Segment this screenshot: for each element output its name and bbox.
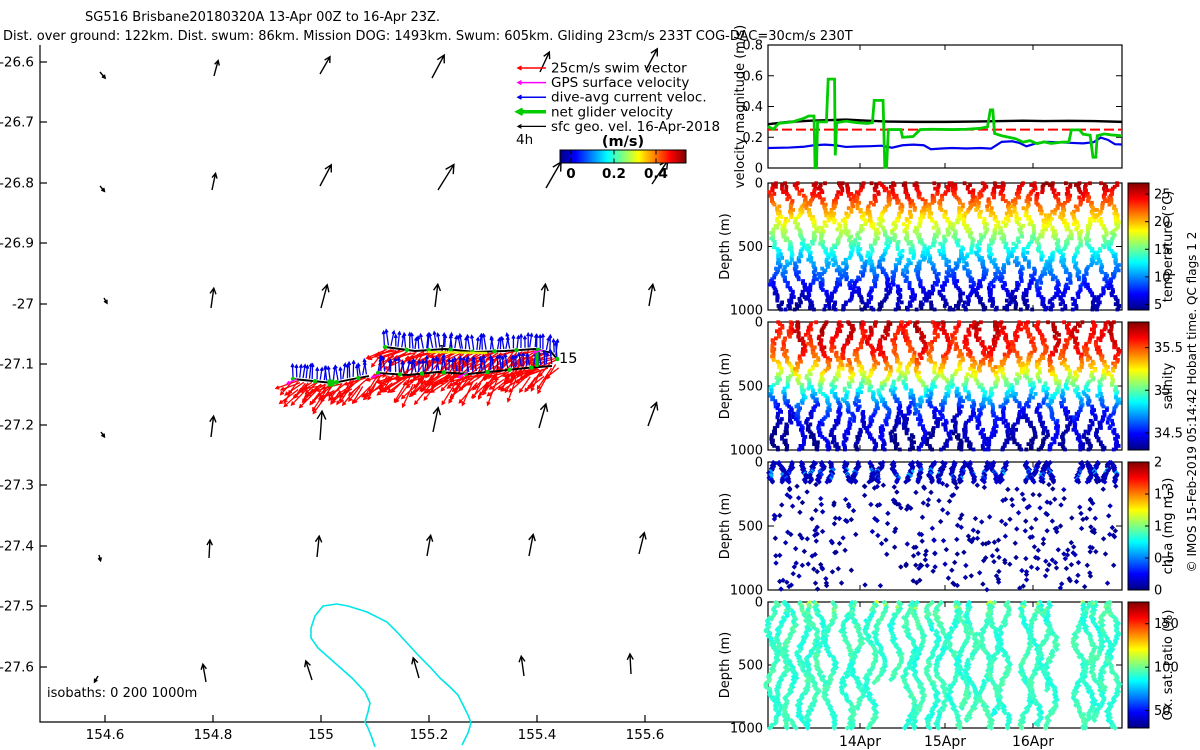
svg-text:-26.9: -26.9	[0, 236, 34, 252]
panel-chla-data	[766, 460, 1120, 592]
svg-text:-27.3: -27.3	[0, 478, 34, 494]
svg-text:0: 0	[755, 596, 763, 611]
svg-text:155: 155	[308, 727, 334, 743]
svg-text:Ox. sat. ratio (%): Ox. sat. ratio (%)	[1161, 610, 1176, 721]
figure: SG516 Brisbane20180320A 13-Apr 00Z to 16…	[0, 0, 1200, 750]
svg-text:2: 2	[1154, 456, 1162, 471]
panel-velocity: 00.20.40.60.8velocity magnitude (m/s)	[733, 25, 1122, 188]
svg-text:500: 500	[738, 659, 763, 674]
svg-text:154.8: 154.8	[194, 727, 233, 743]
svg-text:temperature (°C): temperature (°C)	[1161, 191, 1176, 303]
svg-text:-26.8: -26.8	[0, 176, 34, 192]
svg-text:Depth (m): Depth (m)	[718, 213, 733, 280]
svg-text:15: 15	[559, 351, 577, 367]
svg-text:500: 500	[738, 380, 763, 395]
svg-text:-27.4: -27.4	[0, 539, 34, 555]
svg-text:-27.1: -27.1	[0, 357, 34, 373]
figure-canvas: 154.6 154.8 155 155.2 155.4 155.6 -26.6 -26.7 -2…	[0, 0, 1200, 750]
svg-text:-27.5: -27.5	[0, 599, 34, 615]
svg-text:16Apr: 16Apr	[1012, 734, 1054, 750]
svg-text:-27.2: -27.2	[0, 418, 34, 434]
svg-text:velocity magnitude (m/s): velocity magnitude (m/s)	[733, 25, 748, 188]
svg-text:net glider velocity: net glider velocity	[551, 104, 673, 120]
map-isobath	[311, 604, 471, 747]
svg-text:-27.6: -27.6	[0, 660, 34, 676]
svg-text:-26.7: -26.7	[0, 115, 34, 131]
svg-text:-27: -27	[12, 297, 34, 313]
svg-text:0: 0	[1154, 584, 1162, 599]
svg-text:154.6: 154.6	[86, 727, 125, 743]
svg-text:500: 500	[738, 240, 763, 255]
svg-text:4h: 4h	[516, 132, 533, 148]
svg-text:Depth (m): Depth (m)	[718, 493, 733, 560]
svg-text:Depth (m): Depth (m)	[718, 632, 733, 699]
svg-text:34.5: 34.5	[1154, 426, 1183, 441]
svg-text:-26.6: -26.6	[0, 55, 34, 71]
svg-text:0: 0	[755, 456, 763, 471]
svg-text:GPS surface velocity: GPS surface velocity	[551, 75, 689, 91]
svg-text:35.5: 35.5	[1154, 341, 1183, 356]
svg-text:1000: 1000	[730, 722, 763, 737]
panel-temperature-data	[768, 181, 1121, 311]
svg-text:155.6: 155.6	[626, 727, 665, 743]
svg-text:155.4: 155.4	[518, 727, 557, 743]
svg-text:155.2: 155.2	[410, 727, 449, 743]
panel-oxygen-data	[763, 600, 1123, 731]
svg-text:0: 0	[755, 316, 763, 331]
svg-text:chl-a (mg m-3): chl-a (mg m-3)	[1161, 478, 1176, 575]
svg-text:0.2: 0.2	[602, 166, 626, 182]
svg-text:14Apr: 14Apr	[839, 734, 881, 750]
svg-text:0.4: 0.4	[644, 166, 668, 182]
svg-text:25cm/s swim vector: 25cm/s swim vector	[551, 61, 687, 77]
svg-text:500: 500	[738, 520, 763, 535]
svg-text:15Apr: 15Apr	[924, 734, 966, 750]
panel-salinity-data	[768, 320, 1122, 451]
isobaths-note: isobaths: 0 200 1000m	[47, 686, 197, 701]
svg-text:dive-avg current veloc.: dive-avg current veloc.	[551, 90, 707, 106]
svg-text:(m/s): (m/s)	[602, 134, 644, 150]
map-legend: 25cm/s swim vectorGPS surface velocitydi…	[516, 61, 720, 183]
svg-text:0: 0	[755, 162, 763, 177]
svg-text:0: 0	[755, 177, 763, 192]
svg-text:sfc geo. vel. 16-Apr-2018: sfc geo. vel. 16-Apr-2018	[551, 119, 720, 135]
map-glider-cluster: 1415	[276, 330, 578, 414]
svg-text:0: 0	[566, 166, 575, 182]
svg-text:Depth (m): Depth (m)	[718, 353, 733, 420]
svg-text:salinity: salinity	[1161, 362, 1176, 409]
